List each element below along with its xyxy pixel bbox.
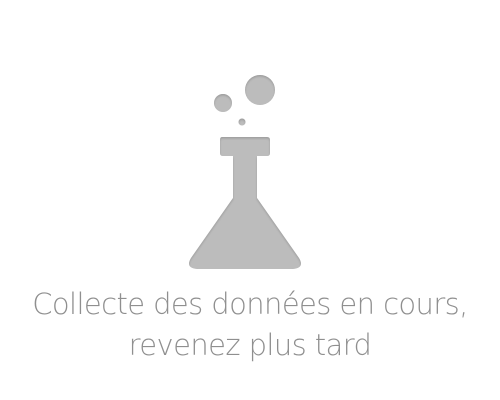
bubble-small: [238, 118, 246, 126]
flask-icon: [189, 75, 301, 269]
bubble-medium: [214, 94, 232, 112]
flask-body: [189, 137, 301, 269]
empty-state: Collecte des données en cours, revenez p…: [0, 0, 500, 400]
message-line-1: Collecte des données en cours,: [32, 287, 468, 321]
message-line-2: revenez plus tard: [128, 328, 372, 362]
bubble-large: [245, 75, 275, 105]
empty-state-message: Collecte des données en cours, revenez p…: [0, 284, 500, 366]
